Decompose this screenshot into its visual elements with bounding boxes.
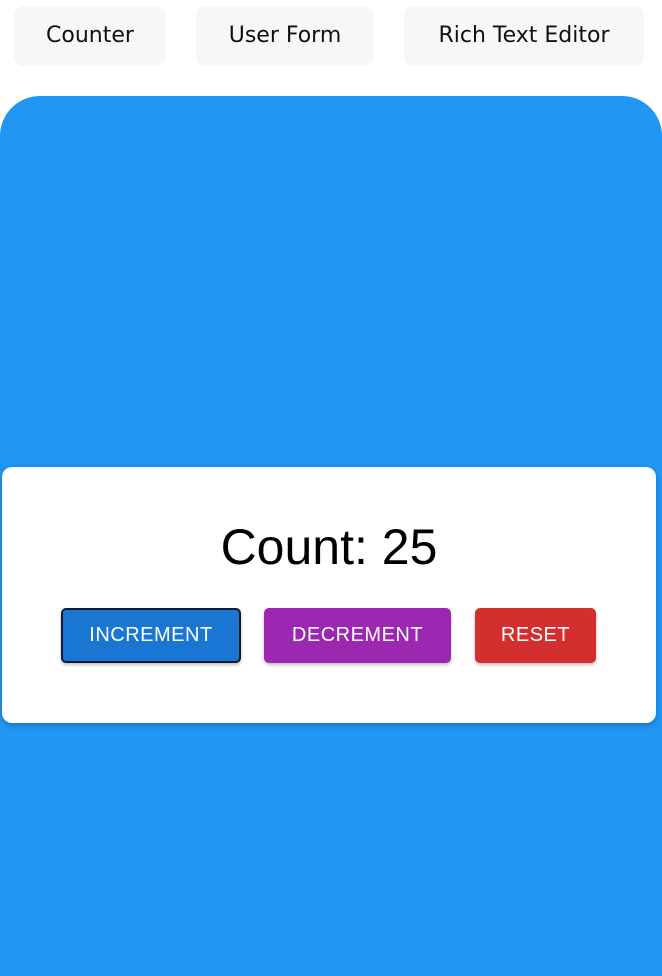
counter-card: Count: 25 INCREMENT DECREMENT RESET [2,467,656,723]
decrement-button[interactable]: DECREMENT [264,608,451,663]
tab-rich-text-editor[interactable]: Rich Text Editor [404,6,644,66]
reset-button[interactable]: RESET [475,608,596,663]
count-display: Count: 25 [220,519,438,575]
counter-stage: Count: 25 INCREMENT DECREMENT RESET [0,96,662,976]
tab-user-form[interactable]: User Form [196,6,374,66]
increment-button[interactable]: INCREMENT [61,608,241,663]
tab-counter[interactable]: Counter [14,6,166,66]
tab-bar: Counter User Form Rich Text Editor [0,0,662,96]
